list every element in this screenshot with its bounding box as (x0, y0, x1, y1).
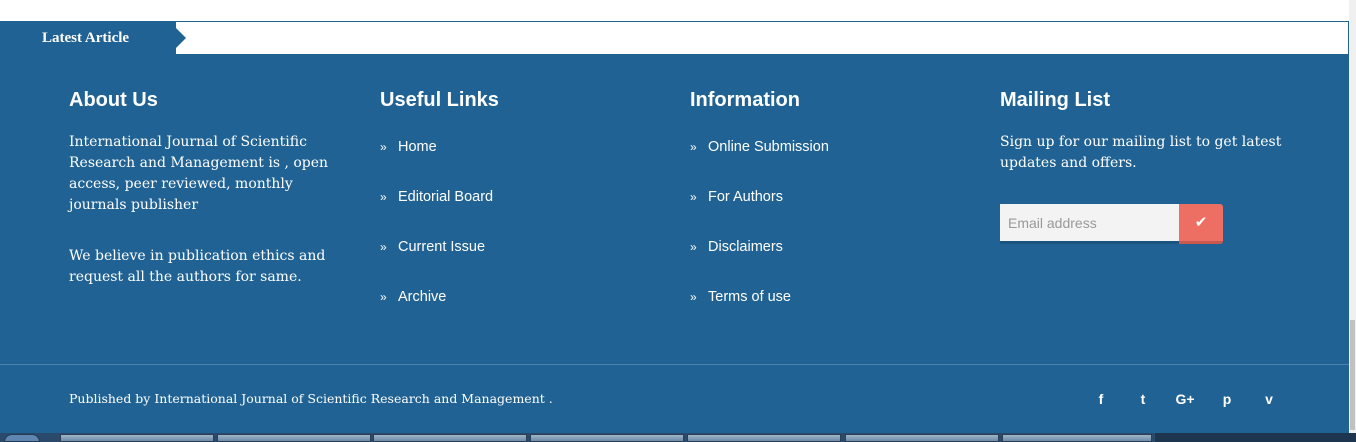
double-chevron-right-icon: » (380, 140, 387, 154)
vimeo-icon[interactable]: v (1248, 389, 1290, 409)
link-label: Archive (398, 289, 447, 305)
taskbar-button[interactable] (530, 434, 684, 442)
mailing-list-section: Mailing List Sign up for our mailing lis… (1000, 88, 1290, 246)
footer-divider (0, 364, 1349, 365)
useful-links-section: Useful Links » Home » Editorial Board » … (380, 88, 660, 332)
about-paragraph: International Journal of Scientific Rese… (69, 134, 329, 213)
taskbar-button[interactable] (217, 434, 371, 442)
ticker-track (187, 22, 1348, 54)
facebook-icon[interactable]: f (1080, 389, 1122, 409)
taskbar-button[interactable] (373, 434, 527, 442)
about-us-section: About Us International Journal of Scient… (69, 88, 349, 288)
link-label: Editorial Board (398, 189, 494, 205)
latest-article-ticker: Latest Article (0, 21, 1349, 55)
taskbar-button[interactable] (60, 434, 214, 442)
footer-link-for-authors[interactable]: » For Authors (690, 182, 970, 232)
site-footer: About Us International Journal of Scient… (0, 55, 1349, 433)
twitter-icon[interactable]: t (1122, 389, 1164, 409)
pinterest-icon[interactable]: p (1206, 389, 1248, 409)
about-us-heading: About Us (69, 89, 158, 111)
taskbar-button[interactable] (845, 434, 999, 442)
start-button[interactable] (4, 434, 40, 442)
footer-link-current-issue[interactable]: » Current Issue (380, 232, 660, 282)
footer-link-editorial-board[interactable]: » Editorial Board (380, 182, 660, 232)
social-links: f t G+ p v (1080, 389, 1290, 409)
double-chevron-right-icon: » (380, 290, 387, 304)
email-field[interactable] (1000, 204, 1179, 244)
os-taskbar (0, 433, 1356, 442)
ticker-label: Latest Article (1, 21, 186, 55)
information-heading: Information (690, 89, 800, 111)
mailing-list-form: ✔ (1000, 204, 1223, 246)
taskbar-button[interactable] (687, 434, 841, 442)
google-plus-icon[interactable]: G+ (1164, 389, 1206, 409)
double-chevron-right-icon: » (380, 240, 387, 254)
page-top-area (0, 0, 1348, 21)
link-label: For Authors (708, 189, 783, 205)
footer-link-terms-of-use[interactable]: » Terms of use (690, 282, 970, 332)
footer-link-online-submission[interactable]: » Online Submission (690, 132, 970, 182)
information-section: Information » Online Submission » For Au… (690, 88, 970, 332)
subscribe-button[interactable]: ✔ (1179, 204, 1223, 244)
mailing-list-heading: Mailing List (1000, 89, 1110, 111)
useful-links-list: » Home » Editorial Board » Current Issue… (380, 132, 660, 332)
copyright-text: Published by International Journal of Sc… (69, 391, 553, 406)
footer-link-disclaimers[interactable]: » Disclaimers (690, 232, 970, 282)
vertical-scrollbar[interactable] (1349, 0, 1356, 433)
double-chevron-right-icon: » (690, 240, 697, 254)
link-label: Current Issue (398, 239, 486, 255)
information-list: » Online Submission » For Authors » Disc… (690, 132, 970, 332)
footer-link-home[interactable]: » Home (380, 132, 660, 182)
scrollbar-thumb[interactable] (1350, 320, 1355, 430)
double-chevron-right-icon: » (690, 290, 697, 304)
system-tray (1155, 433, 1356, 442)
check-icon: ✔ (1194, 214, 1208, 231)
useful-links-heading: Useful Links (380, 89, 499, 111)
double-chevron-right-icon: » (690, 140, 697, 154)
double-chevron-right-icon: » (690, 190, 697, 204)
double-chevron-right-icon: » (380, 190, 387, 204)
footer-link-archive[interactable]: » Archive (380, 282, 660, 332)
link-label: Disclaimers (708, 239, 783, 255)
link-label: Terms of use (708, 289, 791, 305)
link-label: Home (398, 139, 437, 155)
mailing-list-text: Sign up for our mailing list to get late… (1000, 134, 1282, 171)
about-paragraph: We believe in publication ethics and req… (69, 248, 326, 285)
taskbar-button[interactable] (1002, 434, 1152, 442)
link-label: Online Submission (708, 139, 829, 155)
